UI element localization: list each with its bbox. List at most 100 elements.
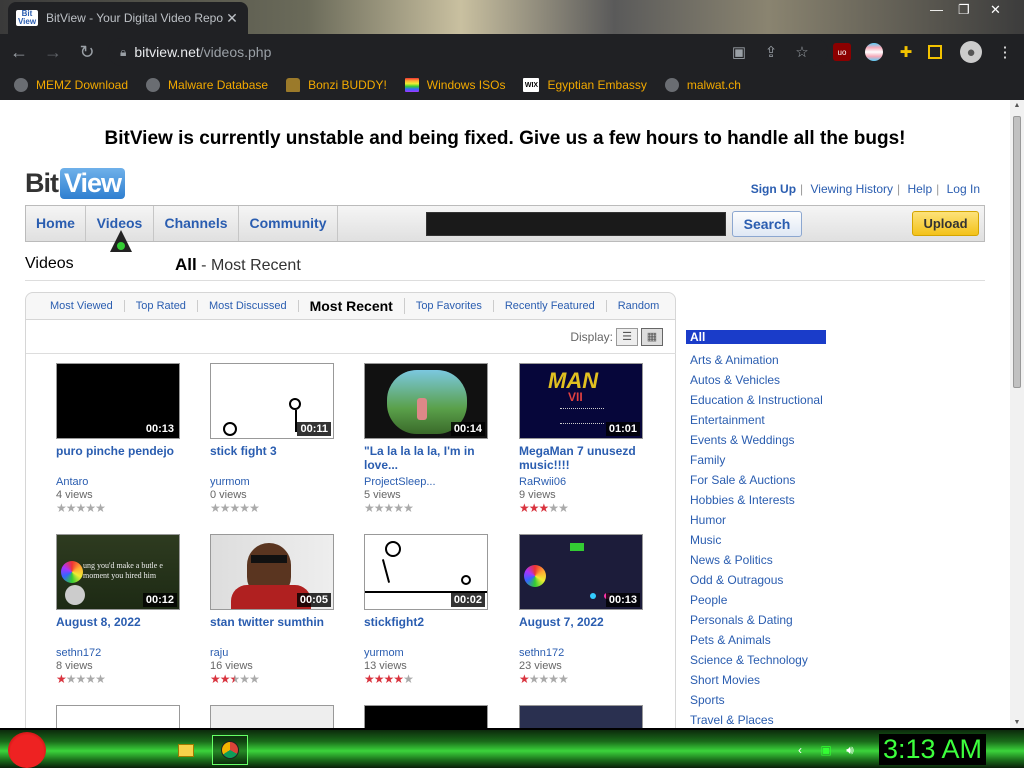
sidebar-icon[interactable] <box>928 45 942 59</box>
video-card[interactable]: 00:13 puro pinche pendejo Antaro 4 views… <box>56 363 186 515</box>
viewing-history-link[interactable]: Viewing History <box>807 182 897 196</box>
video-card[interactable]: 00:13 August 7, 2022 sethn172 23 views ★… <box>519 534 649 686</box>
puzzle-extensions-icon[interactable]: ✚ <box>897 43 915 61</box>
tab-most-discussed[interactable]: Most Discussed <box>198 300 299 312</box>
upload-button[interactable]: Upload <box>912 211 979 236</box>
tab-most-viewed[interactable]: Most Viewed <box>39 300 125 312</box>
file-explorer-icon[interactable] <box>168 735 204 765</box>
video-thumbnail-partial[interactable] <box>519 705 643 728</box>
video-thumbnail[interactable]: 00:02 <box>364 534 488 610</box>
video-thumbnail[interactable]: 00:05 <box>210 534 334 610</box>
bookmark-malwatch[interactable]: malwat.ch <box>664 78 741 92</box>
tab-recently-featured[interactable]: Recently Featured <box>494 300 607 312</box>
category-item[interactable]: Odd & Outragous <box>686 570 836 590</box>
help-link[interactable]: Help <box>903 182 936 196</box>
video-uploader[interactable]: RaRwii06 <box>519 476 649 489</box>
bookmark-windows-isos[interactable]: Windows ISOs <box>404 78 505 92</box>
share-icon[interactable]: ⇪ <box>762 43 780 61</box>
video-card[interactable]: 00:02 stickfight2 yurmom 13 views ★★★★★ <box>364 534 494 686</box>
profile-avatar-icon[interactable]: ● <box>960 41 982 63</box>
popup-blocked-icon[interactable]: ▣ <box>730 43 748 61</box>
bookmark-malware-database[interactable]: Malware Database <box>146 78 268 92</box>
category-item[interactable]: Family <box>686 450 836 470</box>
category-item[interactable]: Music <box>686 530 836 550</box>
bookmark-memz[interactable]: MEMZ Download <box>14 78 128 92</box>
bookmark-egyptian-embassy[interactable]: WIX Egyptian Embassy <box>523 78 647 92</box>
close-window-icon[interactable]: ✕ <box>990 2 1001 18</box>
category-item[interactable]: Science & Technology <box>686 650 836 670</box>
category-item[interactable]: Hobbies & Interests <box>686 490 836 510</box>
nav-channels[interactable]: Channels <box>154 206 239 241</box>
bookmark-star-icon[interactable]: ☆ <box>793 43 811 61</box>
video-card[interactable]: 00:05 stan twitter sumthin raju 16 views… <box>210 534 340 686</box>
video-title[interactable]: puro pinche pendejo <box>56 444 186 476</box>
grid-view-icon[interactable]: ▦ <box>641 328 663 346</box>
video-title[interactable]: August 7, 2022 <box>519 615 649 647</box>
nav-community[interactable]: Community <box>239 206 338 241</box>
video-card[interactable]: ung you'd make a butle e moment you hire… <box>56 534 186 686</box>
video-title[interactable]: stan twitter sumthin <box>210 615 340 647</box>
category-item[interactable]: Pets & Animals <box>686 630 836 650</box>
category-item[interactable]: Short Movies <box>686 670 836 690</box>
page-scrollbar[interactable]: ▲ ▼ <box>1010 100 1024 728</box>
tab-most-recent[interactable]: Most Recent <box>299 298 405 314</box>
video-thumbnail-partial[interactable] <box>364 705 488 728</box>
video-title[interactable]: MegaMan 7 unusezd music!!!! <box>519 444 649 476</box>
back-arrow-icon[interactable]: ← <box>4 38 34 66</box>
browser-tab[interactable]: Bit View BitView - Your Digital Video Re… <box>8 2 248 34</box>
ublock-extension-icon[interactable]: uo <box>833 43 851 61</box>
flag-extension-icon[interactable] <box>865 43 883 61</box>
video-thumbnail-partial[interactable] <box>210 705 334 728</box>
sign-up-link[interactable]: Sign Up <box>747 182 800 196</box>
video-title[interactable]: "La la la la la, I'm in love... <box>364 444 494 476</box>
tray-chevron-icon[interactable]: ‹ <box>792 742 808 758</box>
category-item[interactable]: Arts & Animation <box>686 350 836 370</box>
category-item[interactable]: Events & Weddings <box>686 430 836 450</box>
tab-random[interactable]: Random <box>607 300 671 312</box>
category-item[interactable]: Personals & Dating <box>686 610 836 630</box>
video-uploader[interactable]: sethn172 <box>519 647 649 660</box>
minimize-window-icon[interactable]: — <box>930 2 943 17</box>
video-title[interactable]: stick fight 3 <box>210 444 340 476</box>
video-thumbnail[interactable]: ung you'd make a butle e moment you hire… <box>56 534 180 610</box>
category-item[interactable]: News & Politics <box>686 550 836 570</box>
taskbar-clock[interactable]: 3:13 AM <box>878 734 986 765</box>
category-item[interactable]: Travel & Places <box>686 710 836 728</box>
close-tab-icon[interactable]: ✕ <box>224 10 240 27</box>
maximize-window-icon[interactable]: ❐ <box>958 2 970 18</box>
network-icon[interactable]: ▣ <box>818 742 834 758</box>
video-uploader[interactable]: raju <box>210 647 340 660</box>
category-item[interactable]: Education & Instructional <box>686 390 836 410</box>
video-thumbnail[interactable]: 00:13 <box>56 363 180 439</box>
log-in-link[interactable]: Log In <box>943 182 984 196</box>
video-uploader[interactable]: yurmom <box>364 647 494 660</box>
category-item[interactable]: Entertainment <box>686 410 836 430</box>
forward-arrow-icon[interactable]: → <box>38 38 68 66</box>
scrollbar-thumb[interactable] <box>1013 116 1021 388</box>
video-thumbnail[interactable]: 00:11 <box>210 363 334 439</box>
video-uploader[interactable]: Antaro <box>56 476 186 489</box>
search-input[interactable] <box>426 212 726 236</box>
video-title[interactable]: August 8, 2022 <box>56 615 186 647</box>
category-item[interactable]: People <box>686 590 836 610</box>
nav-home[interactable]: Home <box>26 206 86 241</box>
video-uploader[interactable]: ProjectSleep... <box>364 476 494 489</box>
video-thumbnail[interactable]: MAN VII 01:01 <box>519 363 643 439</box>
video-title[interactable]: stickfight2 <box>364 615 494 647</box>
video-card[interactable]: MAN VII 01:01 MegaMan 7 unusezd music!!!!… <box>519 363 649 515</box>
video-card[interactable]: 00:14 "La la la la la, I'm in love... Pr… <box>364 363 494 515</box>
video-thumbnail-partial[interactable] <box>56 705 180 728</box>
search-button[interactable]: Search <box>732 211 802 237</box>
bitview-logo[interactable]: Bit View <box>25 166 126 200</box>
list-view-icon[interactable]: ☰ <box>616 328 638 346</box>
tab-top-rated[interactable]: Top Rated <box>125 300 198 312</box>
reload-icon[interactable]: ↻ <box>72 38 102 66</box>
start-button-angry-bird-icon[interactable] <box>8 732 46 768</box>
menu-kebab-icon[interactable]: ⋮ <box>996 43 1014 61</box>
video-uploader[interactable]: yurmom <box>210 476 340 489</box>
category-item[interactable]: Humor <box>686 510 836 530</box>
category-item[interactable]: For Sale & Auctions <box>686 470 836 490</box>
video-thumbnail[interactable]: 00:14 <box>364 363 488 439</box>
tab-top-favorites[interactable]: Top Favorites <box>405 300 494 312</box>
category-item[interactable]: Autos & Vehicles <box>686 370 836 390</box>
